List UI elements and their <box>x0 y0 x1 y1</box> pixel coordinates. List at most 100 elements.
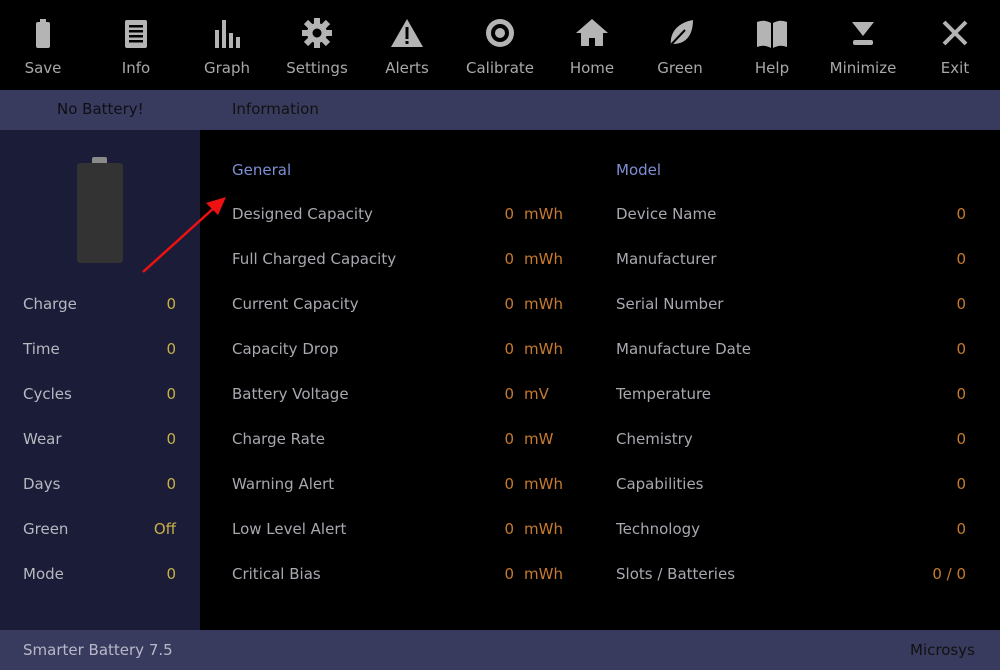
toolbar-label: Exit <box>940 59 970 77</box>
toolbar-info-button[interactable]: Info <box>91 16 181 77</box>
battery-icon <box>36 19 50 48</box>
model-row: Serial Number 0 <box>616 295 966 313</box>
model-row: Manufacture Date 0 <box>616 340 966 358</box>
stat-value: 0 <box>166 475 176 493</box>
field-unit: mWh <box>524 205 563 223</box>
toolbar-help-button[interactable]: Help <box>727 16 817 77</box>
toolbar-label: Info <box>121 59 151 77</box>
general-row: Critical Bias 0 mWh <box>232 565 572 583</box>
field-value: 0 <box>504 205 514 223</box>
field-value: 0 <box>956 430 966 448</box>
close-icon <box>942 20 968 46</box>
general-row: Warning Alert 0 mWh <box>232 475 572 493</box>
toolbar-save-button[interactable]: Save <box>0 16 88 77</box>
field-label: Technology <box>616 520 701 538</box>
sidebar-stat-time: Time 0 <box>23 340 176 358</box>
toolbar-label: Help <box>754 59 790 77</box>
battery-status: No Battery! <box>57 100 144 118</box>
field-value: 0 <box>956 385 966 403</box>
field-value: 0 <box>956 520 966 538</box>
status-bar: No Battery! Information <box>0 90 1000 130</box>
stat-label: Cycles <box>23 385 72 403</box>
field-label: Manufacture Date <box>616 340 751 358</box>
general-row: Low Level Alert 0 mWh <box>232 520 572 538</box>
gear-icon <box>302 18 332 48</box>
field-value: 0 <box>504 295 514 313</box>
toolbar-minimize-button[interactable]: Minimize <box>818 16 908 77</box>
sidebar-stat-wear: Wear 0 <box>23 430 176 448</box>
minimize-icon <box>852 22 874 45</box>
model-row: Manufacturer 0 <box>616 250 966 268</box>
model-row: Device Name 0 <box>616 205 966 223</box>
stat-value: 0 <box>166 295 176 313</box>
info-panel: General Model Designed Capacity 0 mWh Full … <box>200 130 1000 630</box>
field-label: Serial Number <box>616 295 724 313</box>
sidebar-stat-green: Green Off <box>23 520 176 538</box>
general-section-title: General <box>232 161 292 179</box>
field-value: 0 <box>504 340 514 358</box>
stat-value: 0 <box>166 430 176 448</box>
document-icon <box>125 20 147 48</box>
toolbar-green-button[interactable]: Green <box>635 16 725 77</box>
model-row: Slots / Batteries 0 / 0 <box>616 565 966 583</box>
stat-value: 0 <box>166 340 176 358</box>
toolbar: Save Info Graph Settings Alerts Calibrate Home… <box>0 0 1000 90</box>
field-value: 0 <box>956 340 966 358</box>
field-unit: mWh <box>524 250 563 268</box>
sidebar: Charge 0 Time 0 Cycles 0 Wear 0 Days 0 Green Off Mod… <box>0 130 200 630</box>
toolbar-graph-button[interactable]: Graph <box>182 16 272 77</box>
field-value: 0 <box>504 385 514 403</box>
field-label: Critical Bias <box>232 565 321 583</box>
toolbar-label: Calibrate <box>466 59 534 77</box>
field-unit: mWh <box>524 295 563 313</box>
toolbar-exit-button[interactable]: Exit <box>910 16 1000 77</box>
field-value: 0 <box>956 295 966 313</box>
general-row: Current Capacity 0 mWh <box>232 295 572 313</box>
field-label: Designed Capacity <box>232 205 373 223</box>
general-row: Designed Capacity 0 mWh <box>232 205 572 223</box>
stat-value: 0 <box>166 385 176 403</box>
app-version: Smarter Battery 7.5 <box>23 641 173 659</box>
field-label: Charge Rate <box>232 430 325 448</box>
field-value: 0 <box>956 475 966 493</box>
bar-chart-icon <box>215 20 240 48</box>
toolbar-calibrate-button[interactable]: Calibrate <box>455 16 545 77</box>
model-row: Chemistry 0 <box>616 430 966 448</box>
stat-label: Wear <box>23 430 62 448</box>
field-unit: mWh <box>524 520 563 538</box>
field-label: Slots / Batteries <box>616 565 736 583</box>
toolbar-settings-button[interactable]: Settings <box>272 16 362 77</box>
field-value: 0 / 0 <box>932 565 966 583</box>
field-value: 0 <box>504 250 514 268</box>
field-label: Battery Voltage <box>232 385 349 403</box>
field-label: Manufacturer <box>616 250 717 268</box>
toolbar-label: Save <box>24 59 62 77</box>
stat-value: 0 <box>166 565 176 583</box>
section-title: Information <box>232 100 319 118</box>
warning-icon <box>391 19 423 47</box>
model-row: Temperature 0 <box>616 385 966 403</box>
model-row: Capabilities 0 <box>616 475 966 493</box>
toolbar-label: Settings <box>286 59 348 77</box>
battery-level-icon <box>77 163 123 263</box>
vendor-name: Microsys <box>910 641 975 659</box>
stat-label: Mode <box>23 565 64 583</box>
field-unit: mV <box>524 385 549 403</box>
toolbar-label: Alerts <box>385 59 429 77</box>
general-row: Capacity Drop 0 mWh <box>232 340 572 358</box>
model-row: Technology 0 <box>616 520 966 538</box>
field-label: Device Name <box>616 205 717 223</box>
model-section-title: Model <box>616 161 662 179</box>
sidebar-stat-cycles: Cycles 0 <box>23 385 176 403</box>
toolbar-alerts-button[interactable]: Alerts <box>362 16 452 77</box>
field-value: 0 <box>504 565 514 583</box>
toolbar-home-button[interactable]: Home <box>547 16 637 77</box>
home-icon <box>576 19 608 46</box>
stat-label: Green <box>23 520 69 538</box>
field-label: Current Capacity <box>232 295 359 313</box>
sidebar-stat-charge: Charge 0 <box>23 295 176 313</box>
field-label: Chemistry <box>616 430 693 448</box>
toolbar-label: Minimize <box>829 59 897 77</box>
general-row: Battery Voltage 0 mV <box>232 385 572 403</box>
field-value: 0 <box>504 430 514 448</box>
